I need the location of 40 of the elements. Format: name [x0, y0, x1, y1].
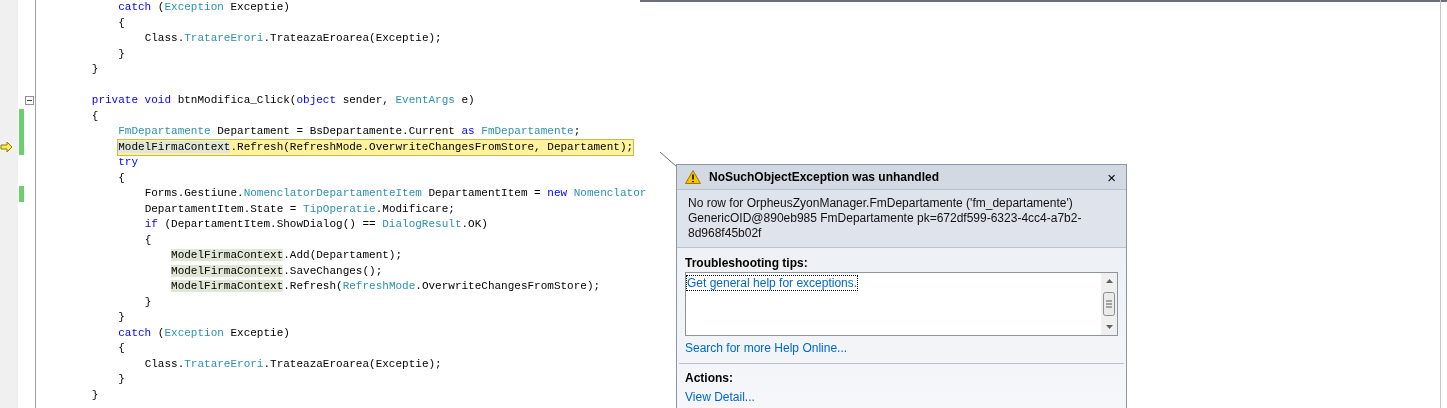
code-line: ModelFirmaContext.Add(Departament);: [171, 248, 403, 263]
exception-title: NoSuchObjectException was unhandled: [709, 169, 941, 186]
section-heading: Actions:: [685, 371, 734, 385]
code-line: private void btnModifica_Click(object sender, EventArgs e): [91, 93, 475, 108]
code-line: {: [118, 15, 125, 31]
collapse-icon[interactable]: [25, 96, 34, 106]
warning-icon: [685, 170, 701, 184]
scrollbar[interactable]: [1101, 273, 1117, 335]
code-line: catch (Exception Exceptie): [118, 325, 290, 341]
tips-list[interactable]: Get general help for exceptions.: [685, 272, 1118, 336]
code-line: ModelFirmaContext.Refresh(RefreshMode.OverwriteChangesFromStore);: [171, 279, 601, 294]
code-line: }: [91, 62, 99, 77]
exception-message: No row for OrpheusZyonManager.FmDepartamente ('fm_departamente') GenericOID@890eb985 FmDepartamente pk=672df599-6323-4cc4-a7b2-8d968f45b02f: [688, 196, 1083, 241]
section-heading: Troubleshooting tips:: [685, 256, 809, 270]
code-line: }: [118, 46, 125, 62]
code-line: {: [118, 341, 125, 356]
code-line: }: [91, 387, 99, 403]
code-line: Class.TratareErori.TrateazaEroarea(Exceptie);: [144, 356, 442, 372]
code-line: {: [118, 170, 125, 186]
code-line: FmDepartamente Departament = BsDepartamente.Current as FmDepartamente;: [118, 124, 581, 139]
code-line: ModelFirmaContext.SaveChanges();: [171, 263, 383, 279]
code-line: Forms.Gestiune.NomenclatorDepartamenteItem DepartamentItem = new Nomenclator: [144, 186, 647, 201]
code-line: Class.TratareErori.TrateazaEroarea(Exceptie);: [144, 31, 442, 46]
scroll-up-icon[interactable]: [1105, 279, 1113, 283]
code-line: catch (Exception Exceptie): [118, 0, 290, 15]
action-link[interactable]: View Detail...: [685, 390, 1118, 404]
code-line: {: [91, 108, 99, 124]
code-line: DepartamentItem.State = TipOperatie.Modificare;: [144, 201, 455, 217]
scroll-down-icon[interactable]: [1105, 325, 1113, 329]
connector-line: [660, 152, 678, 168]
code-line: }: [118, 372, 125, 387]
code-line: }: [118, 310, 125, 325]
help-link[interactable]: Search for more Help Online...: [685, 341, 1118, 355]
code-line: try: [118, 155, 139, 170]
code-line: if (DepartamentItem.ShowDialog() == DialogResult.OK): [144, 217, 488, 232]
code-line: {: [144, 232, 152, 248]
close-button[interactable]: ×: [1105, 169, 1118, 185]
scroll-thumb-icon[interactable]: [1103, 292, 1115, 316]
tip-link[interactable]: Get general help for exceptions.: [687, 276, 858, 290]
code-line: }: [144, 294, 152, 310]
